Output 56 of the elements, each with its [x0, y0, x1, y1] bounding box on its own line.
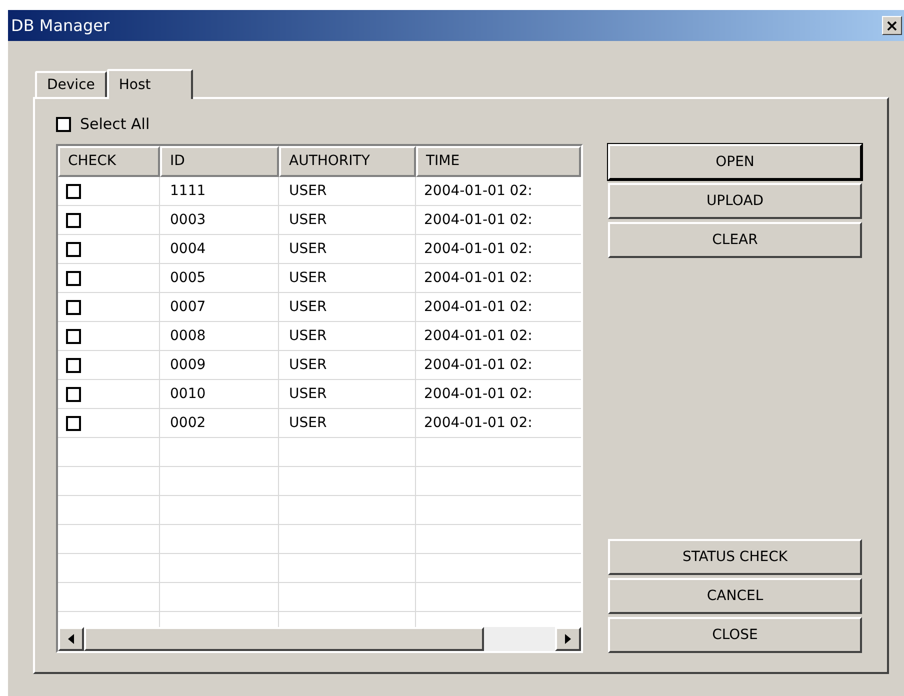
- table-cell: USER: [279, 409, 416, 437]
- table-cell-text: 2004-01-01 02:: [423, 240, 534, 258]
- row-checkbox[interactable]: [66, 184, 81, 198]
- table-cell: USER: [279, 177, 416, 205]
- table-cell: USER: [279, 235, 416, 263]
- table-cell: USER: [279, 351, 416, 379]
- table-cell: 0002: [160, 409, 279, 437]
- scroll-right-icon[interactable]: [555, 627, 581, 651]
- column-header[interactable]: ID: [160, 146, 279, 177]
- dialog-button[interactable]: STATUS CHECK: [608, 539, 862, 575]
- table-cell-text: 2004-01-01 02:: [423, 384, 534, 404]
- close-button[interactable]: ×: [882, 16, 902, 35]
- scroll-thumb[interactable]: [84, 627, 484, 651]
- table-cell: 0003: [160, 206, 279, 234]
- table-cell-text: 2004-01-01 02:: [423, 326, 534, 346]
- row-checkbox[interactable]: [66, 242, 81, 256]
- row-checkbox[interactable]: [66, 270, 81, 286]
- table-cell: USER: [279, 206, 416, 234]
- dialog-button[interactable]: CANCEL: [608, 578, 862, 614]
- table-cell: USER: [279, 380, 416, 408]
- column-header[interactable]: AUTHORITY: [279, 146, 416, 177]
- table-cell: 0005: [160, 264, 279, 292]
- dialog-button[interactable]: CLOSE: [608, 617, 862, 653]
- horizontal-scrollbar[interactable]: [58, 627, 581, 651]
- table-cell: 1111: [160, 177, 279, 205]
- table-cell: 0008: [160, 322, 279, 350]
- table-cell: USER: [279, 293, 416, 321]
- table-cell-text: 2004-01-01 02:: [423, 268, 534, 288]
- row-checkbox[interactable]: [66, 386, 81, 402]
- checkbox-label: Select All: [80, 114, 150, 135]
- row-checkbox[interactable]: [66, 212, 81, 228]
- column-header[interactable]: TIME: [416, 146, 581, 177]
- table-cell: USER: [279, 264, 416, 292]
- select-all-checkbox[interactable]: [56, 116, 71, 132]
- row-checkbox[interactable]: [66, 300, 81, 314]
- dialog-button[interactable]: UPLOAD: [608, 183, 862, 219]
- column-header[interactable]: CHECK: [58, 146, 160, 177]
- dialog-button[interactable]: OPEN: [608, 144, 862, 180]
- tab[interactable]: Host: [106, 69, 193, 99]
- row-checkbox[interactable]: [66, 358, 81, 372]
- table-cell-text: 2004-01-01 02:: [423, 182, 534, 200]
- table-cell: 0007: [160, 293, 279, 321]
- table-cell: 0010: [160, 380, 279, 408]
- table-cell-text: 2004-01-01 02:: [423, 298, 534, 316]
- row-checkbox[interactable]: [66, 416, 81, 430]
- table-cell-text: 2004-01-01 02:: [423, 414, 534, 432]
- table-cell: 0009: [160, 351, 279, 379]
- table-cell: 0004: [160, 235, 279, 263]
- scroll-left-icon[interactable]: [58, 627, 84, 651]
- table-cell-text: 2004-01-01 02:: [423, 210, 534, 230]
- dialog-button[interactable]: CLEAR: [608, 222, 862, 258]
- table-cell: USER: [279, 322, 416, 350]
- table-cell-text: 2004-01-01 02:: [423, 356, 534, 374]
- row-checkbox[interactable]: [66, 328, 81, 344]
- tab[interactable]: Device: [35, 71, 107, 97]
- window-title: DB Manager: [11, 14, 110, 36]
